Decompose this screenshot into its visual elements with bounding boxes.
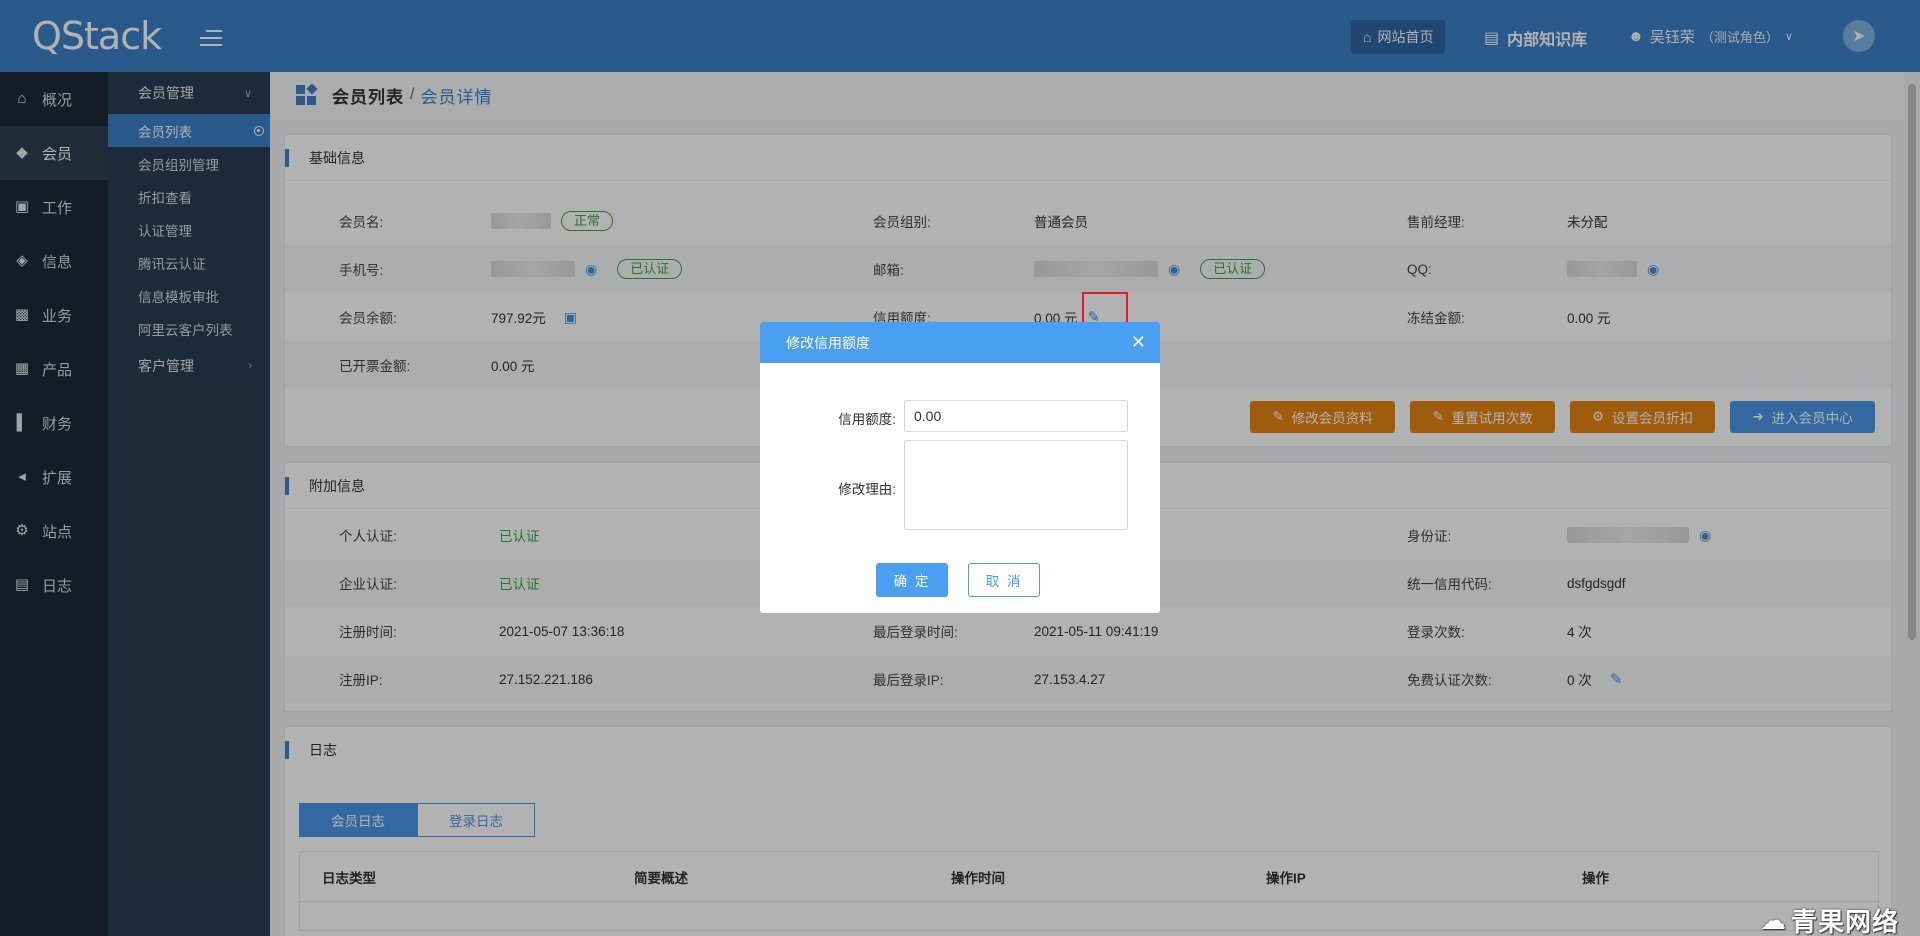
- close-icon[interactable]: ✕: [1131, 332, 1146, 352]
- watermark: ☁ 青果网络: [1760, 905, 1900, 936]
- confirm-button[interactable]: 确 定: [876, 563, 948, 597]
- credit-input[interactable]: [904, 400, 1128, 432]
- reason-textarea[interactable]: [904, 440, 1128, 530]
- reason-label: 修改理由:: [838, 482, 896, 497]
- dialog-title: 修改信用额度: [786, 334, 870, 351]
- cloud-icon: ☁: [1760, 905, 1787, 935]
- cancel-button[interactable]: 取 消: [968, 563, 1040, 597]
- credit-input-label: 信用额度:: [838, 412, 896, 427]
- edit-credit-dialog: 修改信用额度 ✕ 信用额度: 修改理由: 确 定 取 消: [760, 322, 1160, 613]
- dialog-header: 修改信用额度 ✕: [760, 322, 1160, 363]
